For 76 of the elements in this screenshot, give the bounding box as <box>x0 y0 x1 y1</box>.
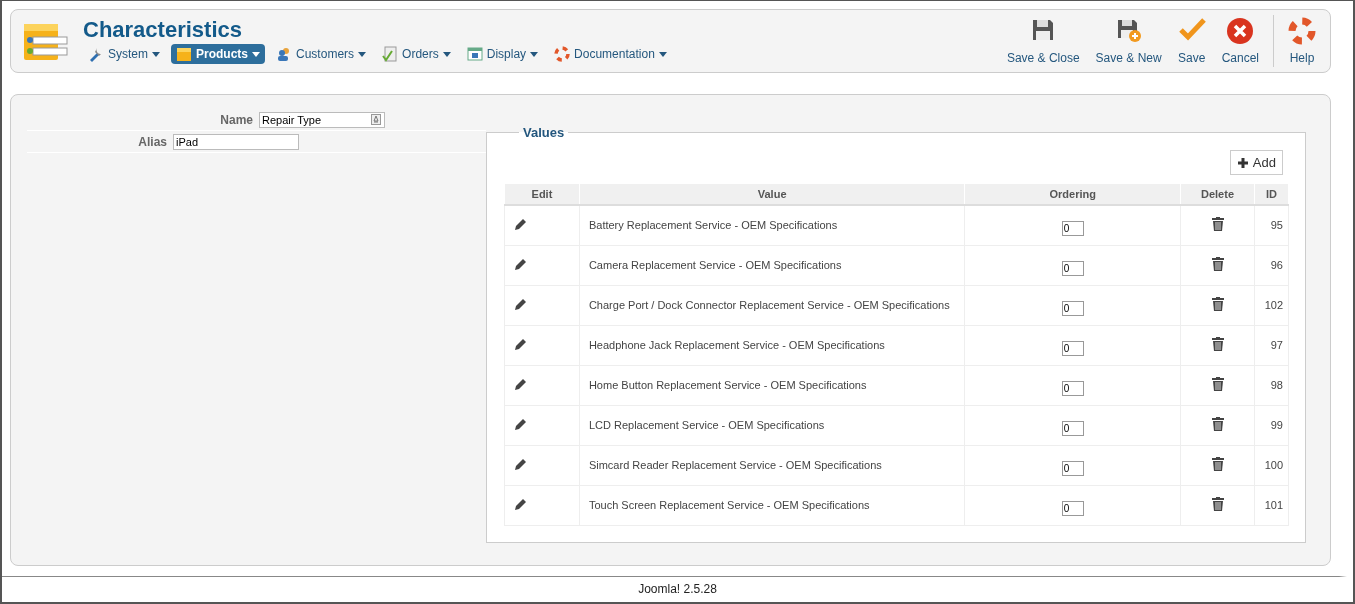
pencil-icon[interactable] <box>514 457 528 471</box>
toolbar-button[interactable]: Help <box>1280 15 1324 67</box>
translate-icon[interactable] <box>371 113 381 125</box>
table-cell: 95 <box>1254 205 1289 245</box>
menu-item[interactable]: Products <box>171 44 266 64</box>
trash-icon[interactable] <box>1211 417 1224 431</box>
plus-icon <box>1236 156 1249 169</box>
toolbar-button[interactable]: Save <box>1169 15 1214 67</box>
table-cell: Touch Screen Replacement Service - OEM Specifications <box>579 485 965 525</box>
close-icon <box>1226 17 1255 45</box>
column-header: Value <box>579 184 965 205</box>
table-cell: Simcard Reader Replacement Service - OEM Specifications <box>579 445 965 485</box>
toolbar-button[interactable]: Save & New <box>1087 15 1170 67</box>
pencil-icon[interactable] <box>514 217 528 232</box>
checklist-icon <box>382 46 399 62</box>
tools-icon <box>88 46 104 62</box>
text-field[interactable]: iPad <box>173 133 299 150</box>
trash-icon[interactable] <box>1211 497 1224 511</box>
table-cell: 98 <box>1254 365 1289 405</box>
table-cell: Headphone Jack Replacement Service - OEM Specifications <box>579 325 965 365</box>
table-cell: LCD Replacement Service - OEM Specifications <box>579 405 965 445</box>
menu-item[interactable]: Orders <box>377 44 456 64</box>
column-header: Ordering <box>964 184 1181 205</box>
column-header: Edit <box>504 184 580 205</box>
checkmark-icon <box>1177 17 1206 43</box>
trash-icon[interactable] <box>1211 257 1224 271</box>
pencil-icon[interactable] <box>514 497 528 511</box>
text-field[interactable]: Repair Type <box>259 111 385 128</box>
lifebuoy-icon <box>554 46 571 62</box>
field-label: Alias <box>137 134 167 149</box>
table-cell: Charge Port / Dock Connector Replacement Service - OEM Specifications <box>579 285 965 325</box>
trash-icon[interactable] <box>1211 337 1224 351</box>
menu-item[interactable]: Display <box>461 44 544 64</box>
table-cell: 99 <box>1254 405 1289 445</box>
pencil-icon[interactable] <box>514 337 528 351</box>
table-cell: 96 <box>1254 245 1289 285</box>
table-cell: 100 <box>1254 445 1289 485</box>
ordering-field[interactable]: 0 <box>1061 300 1084 316</box>
menu-item[interactable]: System <box>83 44 165 64</box>
floppy-disk-plus-icon <box>1115 17 1142 43</box>
ordering-field[interactable]: 0 <box>1061 380 1084 396</box>
ordering-field[interactable]: 0 <box>1061 420 1084 436</box>
box-icon <box>176 46 192 62</box>
ordering-field[interactable]: 0 <box>1061 500 1084 516</box>
field-label: Name <box>219 112 253 127</box>
table-cell: Home Button Replacement Service - OEM Specifications <box>579 365 965 405</box>
column-header: ID <box>1254 184 1289 205</box>
footer-version: Joomla! 2.5.28 <box>637 581 718 599</box>
trash-icon[interactable] <box>1211 297 1224 311</box>
pencil-icon[interactable] <box>514 417 528 431</box>
table-cell: Battery Replacement Service - OEM Specifications <box>579 205 965 245</box>
trash-icon[interactable] <box>1211 377 1224 391</box>
fieldset-legend: Values <box>519 125 569 140</box>
ordering-field[interactable]: 0 <box>1061 340 1084 356</box>
lifebuoy-icon <box>1288 17 1316 45</box>
component-logo-icon <box>23 21 69 61</box>
trash-icon[interactable] <box>1211 457 1224 471</box>
trash-icon[interactable] <box>1211 217 1224 232</box>
menu-item[interactable]: Customers <box>271 44 372 64</box>
pencil-icon[interactable] <box>514 377 528 391</box>
menu-item[interactable]: Documentation <box>549 44 672 64</box>
ordering-field[interactable]: 0 <box>1061 260 1084 276</box>
table-cell: 101 <box>1254 485 1289 525</box>
column-header: Delete <box>1180 184 1255 205</box>
pencil-icon[interactable] <box>514 297 528 311</box>
table-cell: 97 <box>1254 325 1289 365</box>
pencil-icon[interactable] <box>514 257 528 271</box>
toolbar-button[interactable]: Cancel <box>1213 15 1267 67</box>
toolbar-button[interactable]: Save & Close <box>998 15 1088 67</box>
table-cell: 102 <box>1254 285 1289 325</box>
window-icon <box>466 46 483 62</box>
add-button[interactable]: Add <box>1229 150 1283 175</box>
table-cell: Camera Replacement Service - OEM Specifications <box>579 245 965 285</box>
page-title: Characteristics <box>83 18 243 42</box>
ordering-field[interactable]: 0 <box>1061 220 1084 236</box>
ordering-field[interactable]: 0 <box>1061 460 1084 476</box>
